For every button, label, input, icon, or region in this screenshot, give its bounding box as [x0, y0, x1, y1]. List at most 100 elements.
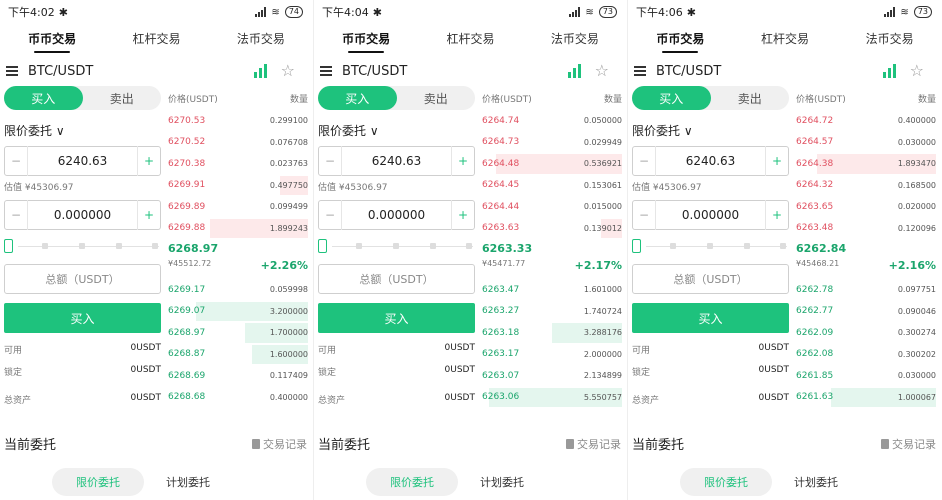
tab-spot[interactable]: 币币交易 — [656, 26, 704, 53]
trade-records-link[interactable]: 交易记录 — [566, 436, 621, 452]
tab-fiat[interactable]: 法币交易 — [237, 26, 285, 51]
buy-button[interactable]: 买入 — [4, 303, 161, 333]
buy-tab[interactable]: 买入 — [4, 86, 83, 110]
bid-row[interactable]: 6263.18 3.288176 — [482, 322, 622, 344]
tab-limit-orders[interactable]: 限价委托 — [366, 468, 458, 496]
ask-row[interactable]: 6270.53 0.299100 — [168, 110, 308, 132]
bid-row[interactable]: 6268.69 0.117409 — [168, 365, 308, 387]
price-minus-button[interactable]: − — [633, 154, 655, 168]
bid-row[interactable]: 6262.77 0.090046 — [796, 301, 936, 323]
tab-spot[interactable]: 币币交易 — [28, 26, 76, 53]
ask-row[interactable]: 6270.38 0.023763 — [168, 153, 308, 175]
order-type-select[interactable]: 限价委托 ∨ — [632, 122, 789, 140]
price-input[interactable]: 6240.63 — [27, 146, 138, 176]
amount-minus-button[interactable]: − — [633, 208, 655, 222]
ask-row[interactable]: 6264.72 0.400000 — [796, 110, 936, 132]
price-plus-button[interactable]: + — [452, 154, 474, 168]
percent-slider[interactable] — [632, 238, 789, 254]
bid-row[interactable]: 6263.07 2.134899 — [482, 365, 622, 387]
bid-row[interactable]: 6268.97 1.700000 — [168, 322, 308, 344]
bid-row[interactable]: 6263.17 2.000000 — [482, 344, 622, 366]
tab-fiat[interactable]: 法币交易 — [866, 26, 914, 51]
ask-row[interactable]: 6264.73 0.029949 — [482, 132, 622, 154]
chart-icon[interactable] — [568, 64, 581, 78]
bid-row[interactable]: 6263.27 1.740724 — [482, 301, 622, 323]
amount-minus-button[interactable]: − — [319, 208, 341, 222]
bid-row[interactable]: 6262.08 0.300202 — [796, 344, 936, 366]
tab-margin[interactable]: 杠杆交易 — [446, 26, 494, 51]
ask-row[interactable]: 6264.48 0.536921 — [482, 153, 622, 175]
order-type-select[interactable]: 限价委托 ∨ — [4, 122, 161, 140]
total-input[interactable]: 总额（USDT） — [318, 264, 475, 294]
tab-margin[interactable]: 杠杆交易 — [132, 26, 180, 51]
buy-tab[interactable]: 买入 — [318, 86, 397, 110]
tab-plan-orders[interactable]: 计划委托 — [794, 468, 838, 496]
tab-fiat[interactable]: 法币交易 — [551, 26, 599, 51]
menu-icon[interactable] — [634, 66, 646, 76]
star-icon[interactable]: ☆ — [910, 61, 924, 80]
amount-minus-button[interactable]: − — [5, 208, 27, 222]
amount-plus-button[interactable]: + — [452, 208, 474, 222]
buy-button[interactable]: 买入 — [632, 303, 789, 333]
slider-handle[interactable] — [4, 239, 13, 253]
bid-row[interactable]: 6263.47 1.601000 — [482, 279, 622, 301]
price-minus-button[interactable]: − — [319, 154, 341, 168]
ask-row[interactable]: 6269.91 0.497750 — [168, 175, 308, 197]
total-input[interactable]: 总额（USDT） — [632, 264, 789, 294]
bid-row[interactable]: 6262.09 0.300274 — [796, 322, 936, 344]
buy-tab[interactable]: 买入 — [632, 86, 711, 110]
tab-plan-orders[interactable]: 计划委托 — [480, 468, 524, 496]
tab-plan-orders[interactable]: 计划委托 — [166, 468, 210, 496]
percent-slider[interactable] — [4, 238, 161, 254]
menu-icon[interactable] — [6, 66, 18, 76]
slider-handle[interactable] — [632, 239, 641, 253]
ask-row[interactable]: 6264.45 0.153061 — [482, 175, 622, 197]
ask-row[interactable]: 6263.48 0.120096 — [796, 218, 936, 240]
price-plus-button[interactable]: + — [138, 154, 160, 168]
price-input[interactable]: 6240.63 — [655, 146, 766, 176]
ask-row[interactable]: 6264.44 0.015000 — [482, 196, 622, 218]
amount-input[interactable]: 0.000000 — [27, 200, 138, 230]
price-input[interactable]: 6240.63 — [341, 146, 452, 176]
ask-row[interactable]: 6270.52 0.076708 — [168, 132, 308, 154]
amount-plus-button[interactable]: + — [138, 208, 160, 222]
bid-row[interactable]: 6269.07 3.200000 — [168, 301, 308, 323]
tab-limit-orders[interactable]: 限价委托 — [52, 468, 144, 496]
ask-row[interactable]: 6263.65 0.020000 — [796, 196, 936, 218]
amount-input[interactable]: 0.000000 — [341, 200, 452, 230]
trade-records-link[interactable]: 交易记录 — [881, 436, 936, 452]
bid-row[interactable]: 6269.17 0.059998 — [168, 279, 308, 301]
tab-spot[interactable]: 币币交易 — [342, 26, 390, 53]
total-input[interactable]: 总额（USDT） — [4, 264, 161, 294]
sell-tab[interactable]: 卖出 — [83, 86, 162, 110]
order-type-select[interactable]: 限价委托 ∨ — [318, 122, 475, 140]
menu-icon[interactable] — [320, 66, 332, 76]
ask-row[interactable]: 6264.57 0.030000 — [796, 132, 936, 154]
trade-records-link[interactable]: 交易记录 — [252, 436, 307, 452]
sell-tab[interactable]: 卖出 — [711, 86, 790, 110]
ask-row[interactable]: 6263.63 0.139012 — [482, 218, 622, 240]
bid-row[interactable]: 6261.85 0.030000 — [796, 365, 936, 387]
amount-plus-button[interactable]: + — [766, 208, 788, 222]
bid-row[interactable]: 6268.87 1.600000 — [168, 344, 308, 366]
ask-row[interactable]: 6264.32 0.168500 — [796, 175, 936, 197]
ask-row[interactable]: 6264.74 0.050000 — [482, 110, 622, 132]
ask-row[interactable]: 6269.89 0.099499 — [168, 196, 308, 218]
bid-row[interactable]: 6261.63 1.000067 — [796, 387, 936, 409]
amount-input[interactable]: 0.000000 — [655, 200, 766, 230]
percent-slider[interactable] — [318, 238, 475, 254]
tab-margin[interactable]: 杠杆交易 — [761, 26, 809, 51]
buy-button[interactable]: 买入 — [318, 303, 475, 333]
slider-handle[interactable] — [318, 239, 327, 253]
sell-tab[interactable]: 卖出 — [397, 86, 476, 110]
price-plus-button[interactable]: + — [766, 154, 788, 168]
star-icon[interactable]: ☆ — [281, 61, 295, 80]
bid-row[interactable]: 6263.06 5.550757 — [482, 387, 622, 409]
star-icon[interactable]: ☆ — [595, 61, 609, 80]
ask-row[interactable]: 6264.38 1.893470 — [796, 153, 936, 175]
bid-row[interactable]: 6268.68 0.400000 — [168, 387, 308, 409]
chart-icon[interactable] — [254, 64, 267, 78]
tab-limit-orders[interactable]: 限价委托 — [680, 468, 772, 496]
price-minus-button[interactable]: − — [5, 154, 27, 168]
bid-row[interactable]: 6262.78 0.097751 — [796, 279, 936, 301]
